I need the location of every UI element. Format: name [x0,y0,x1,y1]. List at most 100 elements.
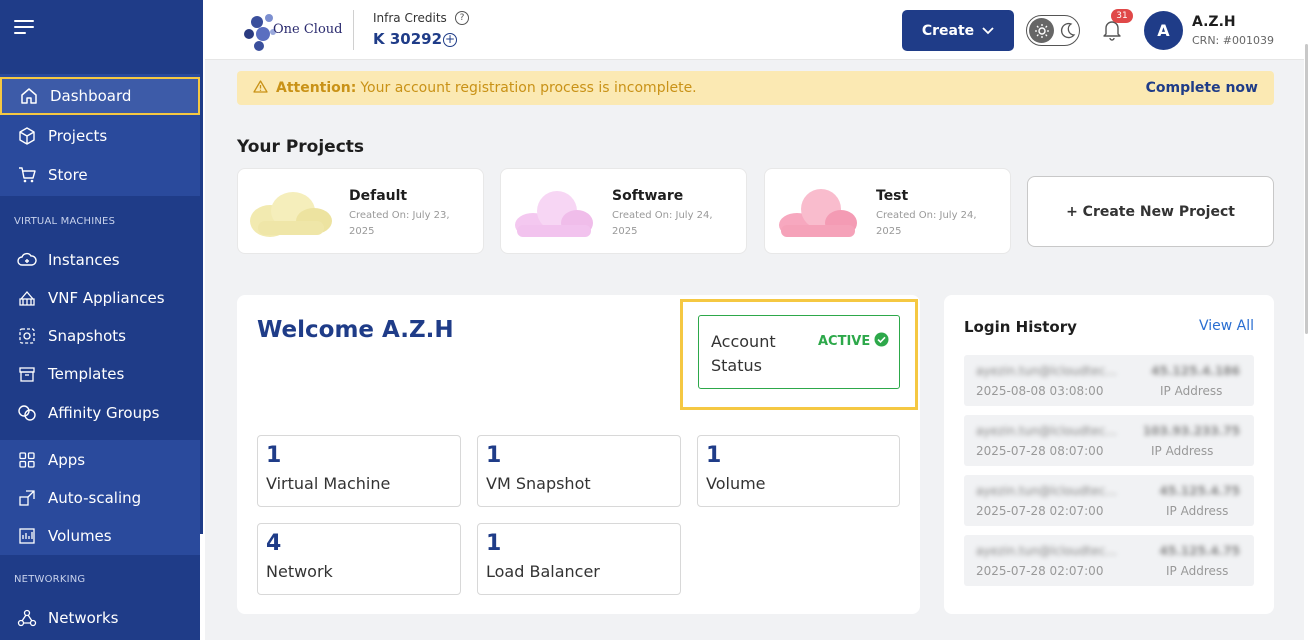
ip-address-label: IP Address [1151,444,1214,458]
stat-volume[interactable]: 1 Volume [697,435,900,507]
alert-message: Your account registration process is inc… [360,80,697,96]
logo-text: One Cloud [273,22,343,37]
login-time: 2025-08-08 03:08:00 [976,384,1104,398]
menu-icon[interactable] [14,20,34,34]
autoscale-icon [16,487,38,509]
volume-icon [16,525,38,547]
section-heading-networking: NETWORKING [14,574,86,585]
stat-load-balancer[interactable]: 1 Load Balancer [477,523,681,595]
sidebar-item-vnf-appliances[interactable]: VNF Appliances [0,279,200,317]
project-card-test[interactable]: Test Created On: July 24, 2025 [764,168,1011,254]
sidebar-item-instances[interactable]: Instances [0,241,200,279]
login-ip: 45.125.4.75 [1159,544,1240,558]
ip-address-label: IP Address [1166,504,1229,518]
sidebar-item-affinity-groups[interactable]: Affinity Groups [0,394,200,432]
stat-count: 1 [486,531,502,556]
sidebar-item-auto-scaling[interactable]: Auto-scaling [0,479,200,517]
sidebar-item-label: Auto-scaling [48,489,142,507]
project-name: Test [876,188,909,204]
cloud-icon [515,191,593,237]
stat-virtual-machine[interactable]: 1 Virtual Machine [257,435,461,507]
cube-icon [16,125,38,147]
login-history-row: ayezin.tun@lcloudtec... 103.93.233.75 20… [964,415,1254,466]
cloud-icon [779,189,857,237]
stat-label: Load Balancer [486,562,600,581]
avatar[interactable]: A [1144,11,1183,50]
create-button[interactable]: Create [902,10,1014,51]
project-name: Software [612,188,684,204]
help-icon[interactable]: ? [455,11,469,25]
complete-now-link[interactable]: Complete now [1146,80,1258,96]
credits-value: K 30292 [373,30,443,48]
home-icon [18,85,40,107]
network-icon [16,607,38,629]
cloud-icon [250,192,332,237]
sidebar-item-dashboard[interactable]: Dashboard [0,77,200,115]
ip-address-label: IP Address [1160,384,1223,398]
stat-count: 4 [266,531,282,556]
sidebar-item-label: VNF Appliances [48,289,165,307]
sidebar-scrollbar-thumb[interactable] [200,0,203,534]
project-created-date: Created On: July 23, 2025 [349,210,450,237]
stat-label: Virtual Machine [266,474,391,493]
stat-label: Network [266,562,333,581]
view-all-link[interactable]: View All [1199,318,1254,334]
project-created-date: Created On: July 24, 2025 [612,210,713,237]
top-header: One Cloud Infra Credits ? K 30292 + Crea… [205,0,1304,60]
stat-count: 1 [486,443,502,468]
project-card-default[interactable]: Default Created On: July 23, 2025 [237,168,484,254]
status-badge: ACTIVE [818,332,889,351]
apps-grid-icon [16,449,38,471]
project-card-software[interactable]: Software Created On: July 24, 2025 [500,168,747,254]
sidebar-item-label: Volumes [48,527,112,545]
camera-icon [16,325,38,347]
cloud-plus-icon [16,249,38,271]
sidebar-item-snapshots[interactable]: Snapshots [0,317,200,355]
sidebar-item-label: Store [48,166,88,184]
login-email: ayezin.tun@lcloudtec... [976,364,1117,378]
warning-icon [253,79,268,97]
project-name: Default [349,188,408,204]
sidebar-item-label: Dashboard [50,87,132,105]
login-history-row: ayezin.tun@lcloudtec... 45.125.4.75 2025… [964,535,1254,586]
sidebar-item-apps[interactable]: Apps [0,441,200,479]
credits-label: Infra Credits [373,11,447,25]
sidebar-item-projects[interactable]: Projects [0,117,200,155]
add-credits-icon[interactable]: + [443,33,457,47]
sidebar-item-volumes[interactable]: Volumes [0,517,200,555]
stat-vm-snapshot[interactable]: 1 VM Snapshot [477,435,681,507]
login-time: 2025-07-28 02:07:00 [976,504,1104,518]
account-status-label: Account Status [711,332,776,375]
page-scrollbar-thumb[interactable] [1305,44,1308,334]
login-history-panel: Login History View All ayezin.tun@lcloud… [944,295,1274,614]
user-name[interactable]: A.Z.H [1192,14,1236,30]
login-history-row: ayezin.tun@lcloudtec... 45.125.4.75 2025… [964,475,1254,526]
status-value-text: ACTIVE [818,334,871,349]
create-new-project-button[interactable]: + Create New Project [1027,176,1274,247]
sidebar-item-store[interactable]: Store [0,156,200,194]
theme-toggle[interactable] [1026,15,1080,46]
header-divider [353,10,354,50]
sidebar-item-label: Templates [48,365,125,383]
ip-address-label: IP Address [1166,564,1229,578]
check-circle-icon [874,332,889,351]
sidebar-item-label: Apps [48,451,86,469]
sidebar-item-networks[interactable]: Networks [0,599,200,637]
login-time: 2025-07-28 02:07:00 [976,564,1104,578]
project-created-date: Created On: July 24, 2025 [876,210,977,237]
stat-count: 1 [266,443,282,468]
login-email: ayezin.tun@lcloudtec... [976,424,1117,438]
stat-count: 1 [706,443,722,468]
projects-title: Your Projects [237,137,365,157]
chevron-down-icon [982,23,994,39]
welcome-title: Welcome A.Z.H [257,317,454,343]
registration-alert: Attention: Your account registration pro… [237,71,1274,105]
stat-network[interactable]: 4 Network [257,523,461,595]
user-crn: CRN: #001039 [1192,34,1274,47]
login-time: 2025-07-28 08:07:00 [976,444,1104,458]
cart-icon [16,164,38,186]
sidebar-item-label: Instances [48,251,120,269]
sun-icon [1029,18,1054,43]
firewall-icon [16,287,38,309]
sidebar-item-templates[interactable]: Templates [0,355,200,393]
